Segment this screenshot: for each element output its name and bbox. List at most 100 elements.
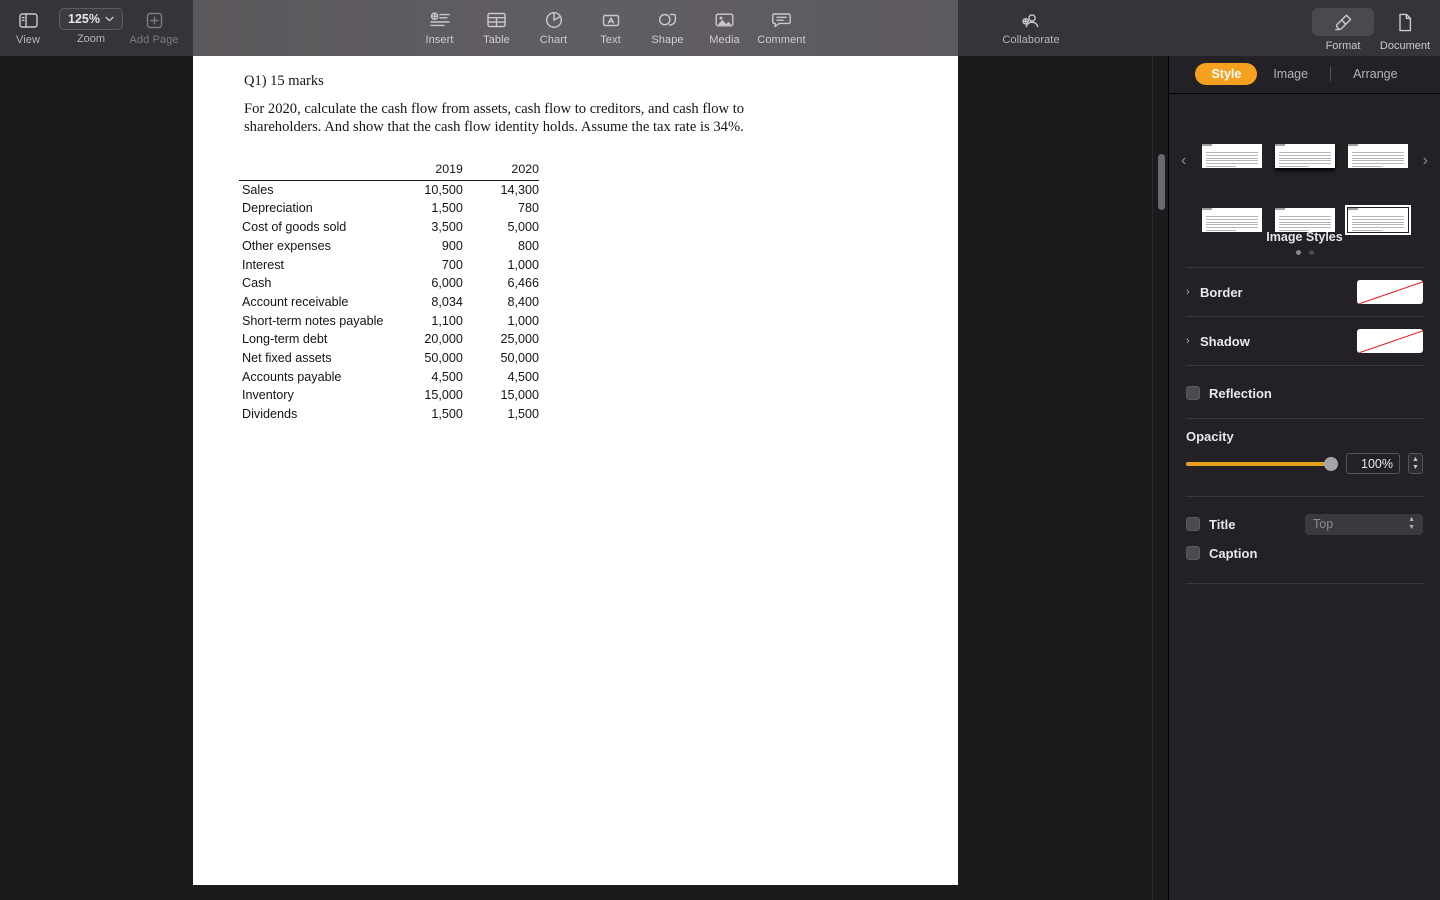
- vertical-scrollbar[interactable]: [1158, 154, 1165, 210]
- table-row: Interest 700 1,000: [239, 256, 539, 275]
- page-dot-2[interactable]: [1308, 250, 1314, 255]
- text-button[interactable]: Text: [582, 0, 639, 46]
- shape-icon: [658, 9, 677, 31]
- text-label: Text: [600, 34, 621, 46]
- add-page-label: Add Page: [129, 34, 179, 46]
- style-thumbnail[interactable]: [1274, 144, 1335, 168]
- opacity-slider-knob[interactable]: [1324, 456, 1338, 471]
- format-button[interactable]: Format: [1312, 0, 1374, 52]
- style-thumbnail[interactable]: [1202, 208, 1263, 232]
- style-thumbnail[interactable]: [1347, 144, 1408, 168]
- shadow-none-swatch[interactable]: [1357, 329, 1423, 353]
- opacity-value-field[interactable]: 100%: [1346, 453, 1400, 474]
- collaborate-button[interactable]: Collaborate: [1002, 0, 1060, 46]
- carousel-next-icon[interactable]: ›: [1417, 146, 1434, 176]
- shape-label: Shape: [651, 34, 684, 46]
- zoom-control[interactable]: 125% Zoom: [56, 0, 126, 45]
- opacity-label: Opacity: [1186, 429, 1234, 444]
- row-label: Dividends: [242, 407, 298, 422]
- add-page-button[interactable]: Add Page: [126, 0, 182, 46]
- carousel-prev-icon[interactable]: ‹: [1175, 146, 1192, 176]
- document-button[interactable]: Document: [1374, 0, 1436, 52]
- document-page[interactable]: Q1) 15 marks For 2020, calculate the cas…: [193, 56, 958, 885]
- row-label: Short-term notes payable: [242, 313, 384, 328]
- media-label: Media: [709, 34, 740, 46]
- row-label: Sales: [242, 182, 274, 197]
- opacity-value: 100%: [1361, 456, 1393, 471]
- opacity-controls: 100% ▲ ▼: [1186, 453, 1423, 474]
- row-value-2020: 6,466: [507, 276, 539, 291]
- reflection-row[interactable]: Reflection: [1169, 376, 1440, 410]
- collaborate-label: Collaborate: [1002, 34, 1060, 46]
- caption-checkbox[interactable]: [1186, 546, 1200, 560]
- row-value-2019: 1,500: [431, 407, 463, 422]
- reflection-checkbox[interactable]: [1186, 386, 1200, 400]
- border-label: Border: [1200, 284, 1243, 300]
- row-value-2020: 8,400: [507, 294, 539, 309]
- row-value-2019: 1,100: [431, 313, 463, 328]
- document-text-block[interactable]: Q1) 15 marks For 2020, calculate the cas…: [244, 72, 884, 137]
- shadow-disclosure-icon[interactable]: ›: [1186, 335, 1200, 347]
- border-disclosure-icon[interactable]: ›: [1186, 286, 1200, 298]
- row-label: Account receivable: [242, 294, 349, 309]
- view-button[interactable]: View: [0, 0, 56, 46]
- title-checkbox[interactable]: [1186, 517, 1200, 531]
- chart-icon: [545, 9, 563, 31]
- row-label: Net fixed assets: [242, 351, 332, 366]
- row-value-2019: 6,000: [431, 276, 463, 291]
- shape-button[interactable]: Shape: [639, 0, 696, 46]
- row-label: Long-term debt: [242, 332, 328, 347]
- tab-style[interactable]: Style: [1195, 63, 1258, 85]
- page-dot-1[interactable]: [1295, 250, 1301, 255]
- style-thumbnail[interactable]: [1202, 144, 1263, 168]
- shadow-label: Shadow: [1200, 333, 1250, 349]
- table-label: Table: [483, 34, 510, 46]
- row-value-2019: 8,034: [431, 294, 463, 309]
- zoom-value: 125%: [68, 12, 100, 26]
- title-label: Title: [1209, 516, 1236, 532]
- divider-6: [1186, 583, 1423, 584]
- format-label: Format: [1325, 40, 1361, 52]
- style-thumbnail-grid: [1201, 144, 1411, 235]
- row-label: Interest: [242, 257, 284, 272]
- toolbar-collaborate-group: Collaborate: [1002, 0, 1060, 46]
- col-header-blank: [239, 160, 383, 180]
- stepper-down-icon[interactable]: ▼: [1412, 464, 1419, 471]
- title-row[interactable]: Title Top ▲ ▼: [1169, 509, 1440, 539]
- document-icon: [1397, 13, 1413, 32]
- divider-5: [1186, 496, 1423, 497]
- tab-arrange[interactable]: Arrange: [1337, 63, 1413, 85]
- title-position-value: Top: [1313, 517, 1334, 531]
- row-label: Depreciation: [242, 201, 313, 216]
- border-none-swatch[interactable]: [1357, 280, 1423, 304]
- chart-button[interactable]: Chart: [525, 0, 582, 46]
- zoom-popup-button[interactable]: 125%: [59, 8, 123, 30]
- table-row: Dividends 1,500 1,500: [239, 405, 539, 424]
- caption-row[interactable]: Caption: [1169, 539, 1440, 567]
- row-value-2019: 4,500: [431, 369, 463, 384]
- title-position-select[interactable]: Top ▲ ▼: [1305, 513, 1423, 535]
- tab-image[interactable]: Image: [1257, 63, 1324, 85]
- style-thumbnail[interactable]: [1274, 208, 1335, 232]
- insert-button[interactable]: Insert: [411, 0, 468, 46]
- table-row: Sales 10,500 14,300: [239, 180, 539, 199]
- row-value-2020: 15,000: [500, 388, 539, 403]
- format-button-background: [1312, 8, 1374, 36]
- table-row: Accounts payable 4,500 4,500: [239, 368, 539, 387]
- financial-data-table[interactable]: 2019 2020 Sales 10,500 14,300 Depreciation 1…: [239, 160, 539, 424]
- opacity-stepper[interactable]: ▲ ▼: [1408, 453, 1423, 474]
- divider-3: [1186, 365, 1423, 366]
- comment-button[interactable]: Comment: [753, 0, 810, 46]
- document-canvas[interactable]: Q1) 15 marks For 2020, calculate the cas…: [0, 56, 1168, 900]
- stepper-up-icon[interactable]: ▲: [1412, 456, 1419, 463]
- table-button[interactable]: Table: [468, 0, 525, 46]
- border-row[interactable]: › Border: [1169, 268, 1440, 316]
- row-label: Cash: [242, 276, 272, 291]
- table-row: Account receivable 8,034 8,400: [239, 293, 539, 312]
- shadow-row[interactable]: › Shadow: [1169, 317, 1440, 365]
- style-thumbnail[interactable]: [1344, 205, 1411, 235]
- media-button[interactable]: Media: [696, 0, 753, 46]
- opacity-slider[interactable]: [1186, 456, 1338, 472]
- row-value-2020: 1,500: [507, 407, 539, 422]
- panel-tab-bar: Style Image Arrange: [1169, 60, 1440, 88]
